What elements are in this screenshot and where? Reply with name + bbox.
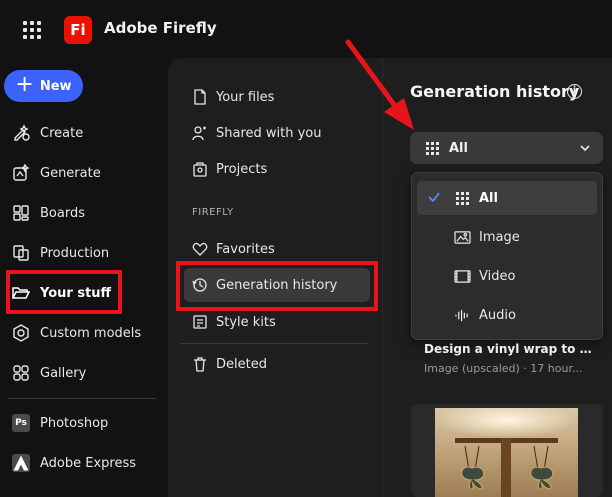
highlight-box-generation-history bbox=[176, 261, 378, 311]
subnav-item-label: Favorites bbox=[216, 241, 275, 257]
checkmark-icon bbox=[428, 192, 440, 203]
sidebar-item-create[interactable]: Create bbox=[12, 121, 83, 145]
subnav-item-label: Shared with you bbox=[216, 125, 322, 141]
boards-icon bbox=[13, 205, 29, 221]
plus-icon: + bbox=[15, 72, 34, 97]
document-icon bbox=[194, 89, 206, 105]
new-button-label: New bbox=[39, 78, 72, 94]
subnav-item-deleted[interactable]: Deleted bbox=[192, 352, 267, 376]
photoshop-icon: Ps bbox=[12, 414, 30, 432]
chevron-down-icon bbox=[580, 145, 590, 152]
filter-option-video[interactable]: Video bbox=[417, 259, 597, 293]
section-label-firefly: FIREFLY bbox=[192, 207, 234, 218]
filter-option-label: Image bbox=[479, 229, 520, 245]
filter-selected-value: All bbox=[449, 140, 468, 156]
sidebar-app-adobe-express[interactable]: Adobe Express bbox=[12, 451, 136, 475]
sidebar-app-photoshop[interactable]: Ps Photoshop bbox=[12, 411, 108, 435]
filter-option-all[interactable]: All bbox=[417, 181, 597, 215]
heart-icon bbox=[192, 242, 208, 256]
sidebar-divider bbox=[8, 398, 156, 399]
sidebar-item-label: Custom models bbox=[40, 325, 142, 341]
sidebar-item-generate[interactable]: Generate bbox=[12, 161, 101, 185]
gallery-icon bbox=[13, 365, 29, 381]
sidebar-item-label: Boards bbox=[40, 205, 85, 221]
generate-icon bbox=[13, 164, 30, 181]
grid-icon bbox=[426, 141, 439, 155]
app-title[interactable]: Adobe Firefly bbox=[104, 19, 217, 37]
generation-thumbnail[interactable] bbox=[435, 408, 578, 497]
sidebar-item-custom-models[interactable]: Custom models bbox=[12, 321, 141, 345]
filter-option-image[interactable]: Image bbox=[417, 220, 597, 254]
generation-card-subtitle: Image (upscaled) · 17 hour... bbox=[424, 362, 583, 375]
app-switcher-icon[interactable] bbox=[23, 21, 41, 39]
highlight-box-your-stuff bbox=[6, 270, 122, 314]
subnav-item-label: Style kits bbox=[216, 314, 276, 330]
sidebar-item-label: Create bbox=[40, 125, 84, 141]
subnav-item-label: Deleted bbox=[216, 356, 267, 372]
sidebar-item-boards[interactable]: Boards bbox=[12, 201, 85, 225]
audio-icon bbox=[453, 307, 471, 323]
new-button[interactable]: + New bbox=[4, 70, 83, 102]
image-icon bbox=[453, 229, 471, 245]
filter-option-audio[interactable]: Audio bbox=[417, 298, 597, 332]
video-icon bbox=[453, 268, 471, 284]
subnav-separator bbox=[382, 58, 383, 497]
sidebar-item-production[interactable]: Production bbox=[12, 241, 109, 265]
subnav-item-projects[interactable]: Projects bbox=[192, 157, 267, 181]
custom-models-icon bbox=[13, 324, 29, 342]
subnav-item-your-files[interactable]: Your files bbox=[192, 85, 274, 109]
filter-option-label: All bbox=[479, 190, 498, 206]
firefly-logo[interactable]: Fi bbox=[64, 16, 92, 44]
subnav-item-shared-with-you[interactable]: Shared with you bbox=[192, 121, 322, 145]
filter-menu: All Image Video Audio bbox=[411, 172, 603, 340]
style-kits-icon bbox=[193, 315, 207, 329]
shared-icon bbox=[192, 126, 206, 141]
adobe-express-icon bbox=[12, 454, 30, 472]
sidebar-item-gallery[interactable]: Gallery bbox=[12, 361, 86, 385]
sidebar-app-label: Adobe Express bbox=[40, 455, 137, 471]
production-icon bbox=[13, 245, 29, 261]
filter-option-label: Audio bbox=[479, 307, 516, 323]
filter-dropdown[interactable]: All bbox=[410, 132, 603, 164]
grid-icon bbox=[453, 190, 471, 206]
create-icon bbox=[14, 124, 30, 141]
subnav-item-label: Your files bbox=[216, 89, 275, 105]
sidebar-item-label: Production bbox=[40, 245, 110, 261]
trash-icon bbox=[194, 357, 206, 372]
generation-card-title[interactable]: Design a vinyl wrap to go o... bbox=[424, 342, 596, 356]
subnav-divider bbox=[180, 343, 368, 344]
sidebar-item-label: Generate bbox=[40, 165, 101, 181]
sidebar-app-label: Photoshop bbox=[40, 415, 109, 431]
subnav-item-favorites[interactable]: Favorites bbox=[192, 237, 275, 261]
sidebar-item-label: Gallery bbox=[40, 365, 87, 381]
top-bar: Fi Adobe Firefly bbox=[0, 0, 612, 58]
subnav-item-style-kits[interactable]: Style kits bbox=[192, 310, 276, 334]
page-title: Generation history bbox=[410, 82, 580, 101]
info-icon[interactable]: i bbox=[567, 84, 582, 99]
projects-icon bbox=[193, 162, 207, 177]
filter-option-label: Video bbox=[479, 268, 516, 284]
subnav-item-label: Projects bbox=[216, 161, 268, 177]
